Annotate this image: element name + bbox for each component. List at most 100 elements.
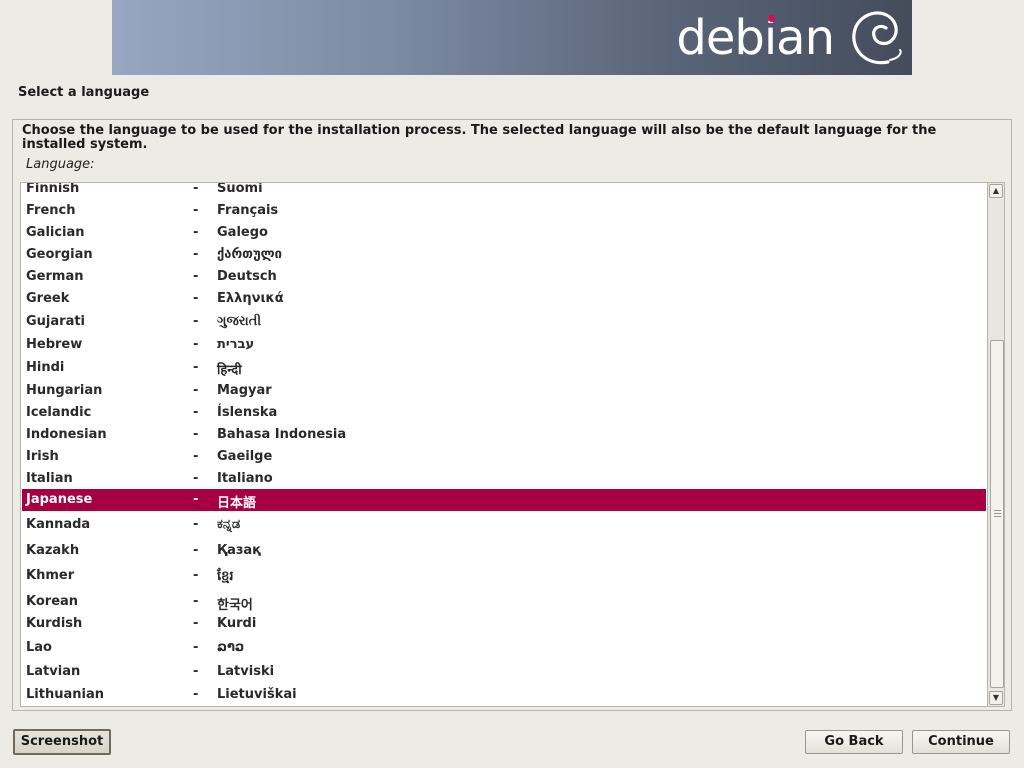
language-english-name: Hebrew bbox=[26, 337, 83, 352]
language-separator: - bbox=[193, 291, 199, 306]
language-separator: - bbox=[193, 337, 199, 352]
language-english-name: Icelandic bbox=[26, 405, 92, 420]
screenshot-button[interactable]: Screenshot bbox=[13, 729, 111, 755]
debian-logo-text: debian bbox=[676, 10, 835, 66]
arrow-up-icon[interactable]: ▲ bbox=[989, 184, 1003, 198]
language-separator: - bbox=[193, 594, 199, 609]
list-scrollbar[interactable]: ▲ ▼ bbox=[987, 182, 1005, 707]
language-english-name: Khmer bbox=[26, 568, 75, 583]
language-row[interactable]: Finnish - Suomi bbox=[22, 182, 986, 200]
language-native-name: ಕನ್ನಡ bbox=[217, 517, 241, 532]
scrollbar-thumb[interactable] bbox=[990, 340, 1004, 688]
language-row[interactable]: Hebrew - עברית bbox=[22, 334, 986, 356]
language-separator: - bbox=[193, 449, 199, 464]
language-row[interactable]: Georgian - ქართული bbox=[22, 244, 986, 266]
language-native-name: Lietuviškai bbox=[217, 687, 297, 702]
language-separator: - bbox=[193, 568, 199, 583]
language-english-name: Kannada bbox=[26, 517, 91, 532]
language-native-name: Français bbox=[217, 203, 279, 218]
language-native-name: 日本語 bbox=[217, 496, 257, 511]
language-native-name: ខ្មែរ bbox=[217, 569, 234, 584]
continue-button[interactable]: Continue bbox=[912, 730, 1010, 754]
header-banner: debian bbox=[112, 0, 912, 75]
language-separator: - bbox=[193, 225, 199, 240]
language-english-name: Latvian bbox=[26, 664, 81, 679]
language-separator: - bbox=[193, 616, 199, 631]
language-separator: - bbox=[193, 640, 199, 655]
language-english-name: Lao bbox=[26, 640, 52, 655]
language-row[interactable]: Galician - Galego bbox=[22, 222, 986, 244]
language-english-name: Kazakh bbox=[26, 543, 80, 558]
language-separator: - bbox=[193, 517, 199, 532]
language-row[interactable]: Kannada - ಕನ್ನಡ bbox=[22, 513, 986, 537]
language-row-selected[interactable]: Japanese - 日本語 bbox=[22, 489, 986, 511]
language-native-name: Kurdi bbox=[217, 616, 257, 631]
language-english-name: Lithuanian bbox=[26, 687, 104, 702]
language-row[interactable]: Italian - Italiano bbox=[22, 468, 986, 490]
language-native-name: ქართული bbox=[217, 247, 282, 262]
language-english-name: Hindi bbox=[26, 360, 65, 375]
language-english-name: Galician bbox=[26, 225, 85, 240]
language-list-label: Language: bbox=[26, 157, 95, 172]
language-separator: - bbox=[193, 405, 199, 420]
language-native-name: Gaeilge bbox=[217, 449, 273, 464]
language-row[interactable]: Latvian - Latviski bbox=[22, 661, 986, 683]
language-english-name: Kurdish bbox=[26, 616, 83, 631]
language-row[interactable]: Greek - Ελληνικά bbox=[22, 288, 986, 310]
language-row[interactable]: Irish - Gaeilge bbox=[22, 446, 986, 468]
scrollbar-track[interactable] bbox=[989, 198, 1004, 691]
language-separator: - bbox=[193, 269, 199, 284]
language-english-name: Gujarati bbox=[26, 314, 86, 329]
language-panel: Choose the language to be used for the i… bbox=[12, 119, 1012, 711]
language-row[interactable]: Icelandic - Íslenska bbox=[22, 402, 986, 424]
language-separator: - bbox=[193, 203, 199, 218]
language-native-name: Íslenska bbox=[217, 405, 278, 420]
language-english-name: Italian bbox=[26, 471, 73, 486]
language-separator: - bbox=[193, 314, 199, 329]
language-english-name: French bbox=[26, 203, 76, 218]
language-native-name: ລາວ bbox=[217, 640, 245, 655]
language-english-name: German bbox=[26, 269, 84, 284]
language-row[interactable]: Korean - 한국어 bbox=[22, 591, 986, 613]
language-native-name: हिन्दी bbox=[217, 363, 242, 378]
language-row[interactable]: German - Deutsch bbox=[22, 266, 986, 288]
language-separator: - bbox=[193, 664, 199, 679]
language-row[interactable]: Hungarian - Magyar bbox=[22, 380, 986, 402]
language-row[interactable]: Indonesian - Bahasa Indonesia bbox=[22, 424, 986, 446]
language-separator: - bbox=[193, 471, 199, 486]
language-list[interactable]: Finnish - Suomi French - Français Galician - Gal… bbox=[20, 182, 988, 707]
language-row[interactable]: Hindi - हिन्दी bbox=[22, 357, 986, 379]
instruction-text: Choose the language to be used for the i… bbox=[22, 123, 937, 152]
language-native-name: Magyar bbox=[217, 383, 272, 398]
language-native-name: Suomi bbox=[217, 182, 263, 196]
language-native-name: Ελληνικά bbox=[217, 291, 284, 306]
language-row[interactable]: French - Français bbox=[22, 200, 986, 222]
language-native-name: Latviski bbox=[217, 664, 275, 679]
language-english-name: Greek bbox=[26, 291, 70, 306]
language-native-name: עברית bbox=[217, 337, 255, 352]
language-english-name: Indonesian bbox=[26, 427, 107, 442]
logo-dot bbox=[768, 15, 775, 22]
language-native-name: 한국어 bbox=[217, 598, 253, 613]
language-separator: - bbox=[193, 383, 199, 398]
language-row[interactable]: Gujarati - ગુજરાતી bbox=[22, 311, 986, 333]
language-native-name: Deutsch bbox=[217, 269, 277, 284]
language-row[interactable]: Kazakh - Қазақ bbox=[22, 539, 986, 563]
language-separator: - bbox=[193, 247, 199, 262]
language-separator: - bbox=[193, 360, 199, 375]
language-native-name: Bahasa Indonesia bbox=[217, 427, 347, 442]
language-row[interactable]: Kurdish - Kurdi bbox=[22, 613, 986, 635]
language-english-name: Irish bbox=[26, 449, 59, 464]
language-separator: - bbox=[193, 543, 199, 558]
language-row[interactable]: Lithuanian - Lietuviškai bbox=[22, 684, 986, 706]
language-row[interactable]: Lao - ລາວ bbox=[22, 636, 986, 660]
language-separator: - bbox=[193, 687, 199, 702]
language-row[interactable]: Khmer - ខ្មែរ bbox=[22, 563, 986, 589]
language-separator: - bbox=[193, 182, 199, 196]
language-english-name: Hungarian bbox=[26, 383, 103, 398]
debian-swirl-icon bbox=[852, 11, 902, 65]
page-title: Select a language bbox=[18, 85, 150, 100]
go-back-button[interactable]: Go Back bbox=[805, 730, 903, 754]
language-native-name: Italiano bbox=[217, 471, 273, 486]
arrow-down-icon[interactable]: ▼ bbox=[989, 691, 1003, 705]
